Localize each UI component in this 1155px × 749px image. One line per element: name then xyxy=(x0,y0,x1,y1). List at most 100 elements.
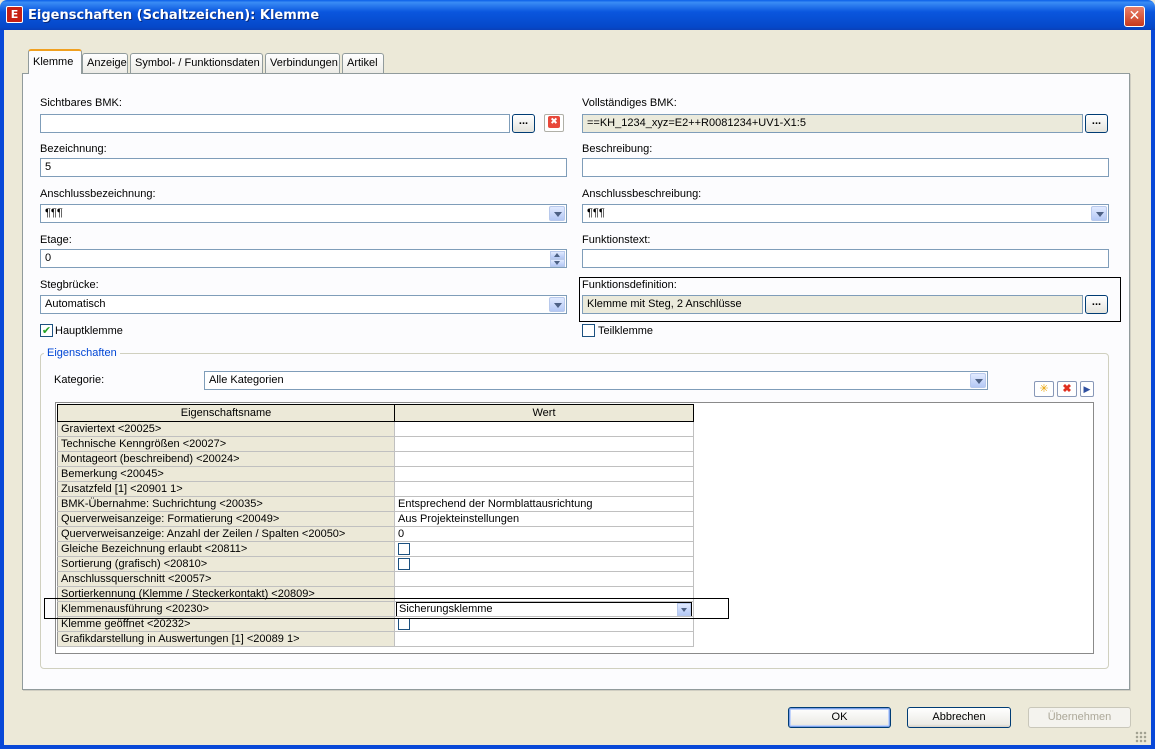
chevron-down-icon[interactable] xyxy=(549,297,565,312)
spin-down-icon[interactable] xyxy=(550,259,565,267)
property-value[interactable] xyxy=(394,556,694,572)
property-value[interactable]: Sicherungsklemme xyxy=(394,601,694,617)
abbrechen-button[interactable]: Abbrechen xyxy=(907,707,1011,728)
table-row[interactable]: Zusatzfeld [1] <20901 1> xyxy=(57,481,694,497)
table-row[interactable]: Grafikdarstellung in Auswertungen [1] <2… xyxy=(57,631,694,647)
funktionsdefinition-input[interactable]: Klemme mit Steg, 2 Anschlüsse xyxy=(582,295,1083,314)
column-header-eigenschaftsname[interactable]: Eigenschaftsname xyxy=(57,404,395,422)
anschlussbeschreibung-label: Anschlussbeschreibung: xyxy=(582,188,702,200)
bezeichnung-label: Bezeichnung: xyxy=(40,143,107,155)
sichtbares-bmk-browse-button[interactable]: ... xyxy=(512,114,535,133)
table-row[interactable]: Bemerkung <20045> xyxy=(57,466,694,482)
table-row[interactable]: Montageort (beschreibend) <20024> xyxy=(57,451,694,467)
stegbruecke-label: Stegbrücke: xyxy=(40,279,99,291)
property-name: BMK-Übernahme: Suchrichtung <20035> xyxy=(57,496,395,512)
property-value[interactable] xyxy=(394,466,694,482)
anschlussbeschreibung-value: ¶¶¶ xyxy=(587,207,605,219)
property-value[interactable]: 0 xyxy=(394,526,694,542)
tab-anzeige[interactable]: Anzeige xyxy=(82,53,128,73)
property-checkbox[interactable] xyxy=(398,618,410,631)
property-value[interactable] xyxy=(394,586,694,602)
sichtbares-bmk-input[interactable] xyxy=(40,114,510,133)
property-checkbox[interactable] xyxy=(398,558,410,571)
property-value[interactable] xyxy=(394,616,694,632)
resize-grip-icon[interactable] xyxy=(1135,731,1147,743)
property-name: Technische Kenngrößen <20027> xyxy=(57,436,395,452)
table-row[interactable]: Gleiche Bezeichnung erlaubt <20811> xyxy=(57,541,694,557)
klemmenausfuehrung-combo[interactable]: Sicherungsklemme xyxy=(396,602,692,616)
stegbruecke-combo[interactable]: Automatisch xyxy=(40,295,567,314)
etage-spinner[interactable]: 0 xyxy=(40,249,567,268)
sichtbares-bmk-delete-button[interactable] xyxy=(544,114,564,132)
table-row[interactable]: Querverweisanzeige: Formatierung <20049>… xyxy=(57,511,694,527)
property-value[interactable] xyxy=(394,451,694,467)
table-row[interactable]: Klemme geöffnet <20232> xyxy=(57,616,694,632)
property-value[interactable] xyxy=(394,421,694,437)
property-name: Anschlussquerschnitt <20057> xyxy=(57,571,395,587)
property-value[interactable]: Aus Projekteinstellungen xyxy=(394,511,694,527)
hauptklemme-label[interactable]: Hauptklemme xyxy=(55,325,123,337)
tab-klemme[interactable]: Klemme xyxy=(28,49,82,74)
property-name: Grafikdarstellung in Auswertungen [1] <2… xyxy=(57,631,395,647)
property-value[interactable] xyxy=(394,481,694,497)
window-frame-right xyxy=(1151,30,1155,749)
property-value[interactable] xyxy=(394,436,694,452)
chevron-down-icon[interactable] xyxy=(970,373,986,388)
table-row[interactable]: Anschlussquerschnitt <20057> xyxy=(57,571,694,587)
vollstaendiges-bmk-input[interactable]: ==KH_1234_xyz=E2++R0081234+UV1-X1:5 xyxy=(582,114,1083,133)
eigenschaften-group-title: Eigenschaften xyxy=(44,347,120,359)
column-header-wert[interactable]: Wert xyxy=(394,404,694,422)
tab-verbindungen[interactable]: Verbindungen xyxy=(265,53,340,73)
property-value[interactable]: Entsprechend der Normblattausrichtung xyxy=(394,496,694,512)
property-name: Bemerkung <20045> xyxy=(57,466,395,482)
property-name: Klemmenausführung <20230> xyxy=(57,601,395,617)
new-star-icon[interactable]: ✳ xyxy=(1034,381,1054,397)
window-title: Eigenschaften (Schaltzeichen): Klemme xyxy=(28,8,320,23)
kategorie-combo[interactable]: Alle Kategorien xyxy=(204,371,988,390)
anschlussbezeichnung-combo[interactable]: ¶¶¶ xyxy=(40,204,567,223)
vollstaendiges-bmk-browse-button[interactable]: ... xyxy=(1085,114,1108,133)
kategorie-label: Kategorie: xyxy=(54,374,105,386)
bezeichnung-input[interactable]: 5 xyxy=(40,158,567,177)
hauptklemme-checkbox[interactable]: ✔ xyxy=(40,324,53,337)
chevron-down-icon[interactable] xyxy=(677,603,691,616)
chevron-down-icon[interactable] xyxy=(549,206,565,221)
anschlussbezeichnung-label: Anschlussbezeichnung: xyxy=(40,188,156,200)
chevron-down-icon[interactable] xyxy=(1091,206,1107,221)
property-name: Querverweisanzeige: Anzahl der Zeilen / … xyxy=(57,526,395,542)
sichtbares-bmk-label: Sichtbares BMK: xyxy=(40,97,122,109)
property-value[interactable] xyxy=(394,571,694,587)
delete-x-icon[interactable]: ✖ xyxy=(1057,381,1077,397)
property-name: Sortierung (grafisch) <20810> xyxy=(57,556,395,572)
table-row[interactable]: Sortierkennung (Klemme / Steckerkontakt)… xyxy=(57,586,694,602)
table-row[interactable]: BMK-Übernahme: Suchrichtung <20035> Ents… xyxy=(57,496,694,512)
property-checkbox[interactable] xyxy=(398,543,410,556)
teilklemme-label[interactable]: Teilklemme xyxy=(598,325,653,337)
table-row[interactable]: Sortierung (grafisch) <20810> xyxy=(57,556,694,572)
property-name: Klemme geöffnet <20232> xyxy=(57,616,395,632)
arrow-right-icon[interactable]: ▶ xyxy=(1080,381,1094,397)
anschlussbeschreibung-combo[interactable]: ¶¶¶ xyxy=(582,204,1109,223)
teilklemme-checkbox[interactable] xyxy=(582,324,595,337)
spin-up-icon[interactable] xyxy=(550,251,565,259)
funktionstext-label: Funktionstext: xyxy=(582,234,651,246)
property-value[interactable] xyxy=(394,541,694,557)
beschreibung-label: Beschreibung: xyxy=(582,143,653,155)
property-name: Gleiche Bezeichnung erlaubt <20811> xyxy=(57,541,395,557)
table-row-selected[interactable]: Klemmenausführung <20230> Sicherungsklem… xyxy=(57,601,694,617)
table-row[interactable]: Technische Kenngrößen <20027> xyxy=(57,436,694,452)
table-row[interactable]: Querverweisanzeige: Anzahl der Zeilen / … xyxy=(57,526,694,542)
window-frame-bottom xyxy=(0,745,1155,749)
tab-symbol-funktionsdaten[interactable]: Symbol- / Funktionsdaten xyxy=(130,53,263,73)
close-button[interactable]: ✕ xyxy=(1124,6,1145,27)
funktionsdefinition-browse-button[interactable]: ... xyxy=(1085,295,1108,314)
ok-button[interactable]: OK xyxy=(788,707,891,728)
beschreibung-input[interactable] xyxy=(582,158,1109,177)
funktionstext-input[interactable] xyxy=(582,249,1109,268)
property-name: Montageort (beschreibend) <20024> xyxy=(57,451,395,467)
property-value[interactable] xyxy=(394,631,694,647)
table-row[interactable]: Graviertext <20025> xyxy=(57,421,694,437)
window-frame-left xyxy=(0,30,4,749)
app-icon[interactable]: E xyxy=(6,6,23,23)
tab-artikel[interactable]: Artikel xyxy=(342,53,384,73)
